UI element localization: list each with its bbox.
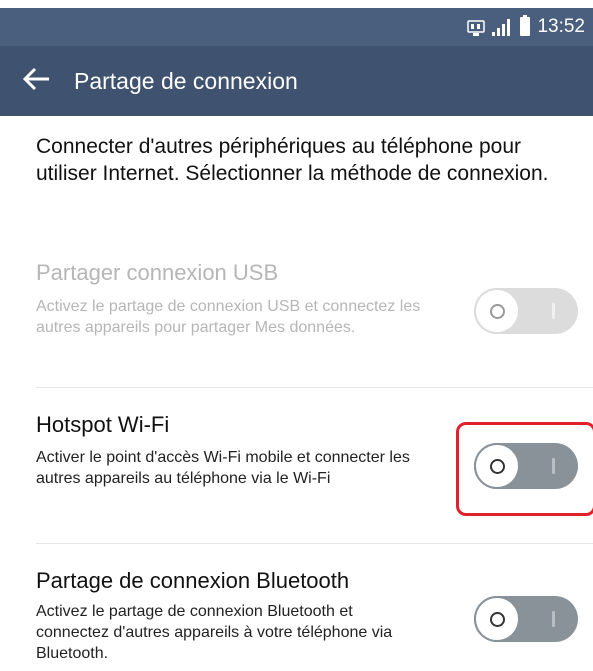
data-4g-icon (467, 17, 486, 37)
usb-tethering-toggle[interactable] (474, 288, 578, 334)
toggle-knob (474, 443, 520, 489)
page-title: Partage de connexion (74, 67, 298, 94)
bluetooth-tethering-toggle[interactable] (474, 596, 578, 642)
toggle-knob (474, 596, 520, 642)
wifi-hotspot-toggle[interactable] (474, 443, 578, 489)
arrow-left-icon (22, 67, 51, 96)
back-button[interactable] (14, 58, 60, 104)
intro-text: Connecter d'autres périphériques au télé… (36, 135, 549, 185)
status-bar: 13:52 (0, 8, 593, 46)
divider (36, 543, 593, 544)
option-description: Activez le partage de connexion Bluetoot… (36, 603, 393, 662)
option-bluetooth-tethering: Partage de connexion Bluetooth Activez l… (0, 566, 593, 671)
option-description: Activer le point d'accès Wi-Fi mobile et… (36, 449, 410, 487)
app-bar: Partage de connexion (0, 46, 593, 116)
option-title: Partager connexion USB (36, 260, 279, 285)
battery-icon (519, 15, 531, 37)
option-title: Hotspot Wi-Fi (36, 412, 170, 437)
divider (36, 387, 593, 388)
option-usb-tethering: Partager connexion USB Activez le partag… (0, 258, 593, 386)
status-time: 13:52 (537, 16, 585, 37)
option-title: Partage de connexion Bluetooth (36, 568, 350, 593)
option-description: Activez le partage de connexion USB et c… (36, 298, 421, 336)
option-wifi-hotspot: Hotspot Wi-Fi Activer le point d'accès W… (0, 410, 593, 538)
toggle-knob (474, 288, 520, 334)
signal-icon (491, 17, 513, 37)
